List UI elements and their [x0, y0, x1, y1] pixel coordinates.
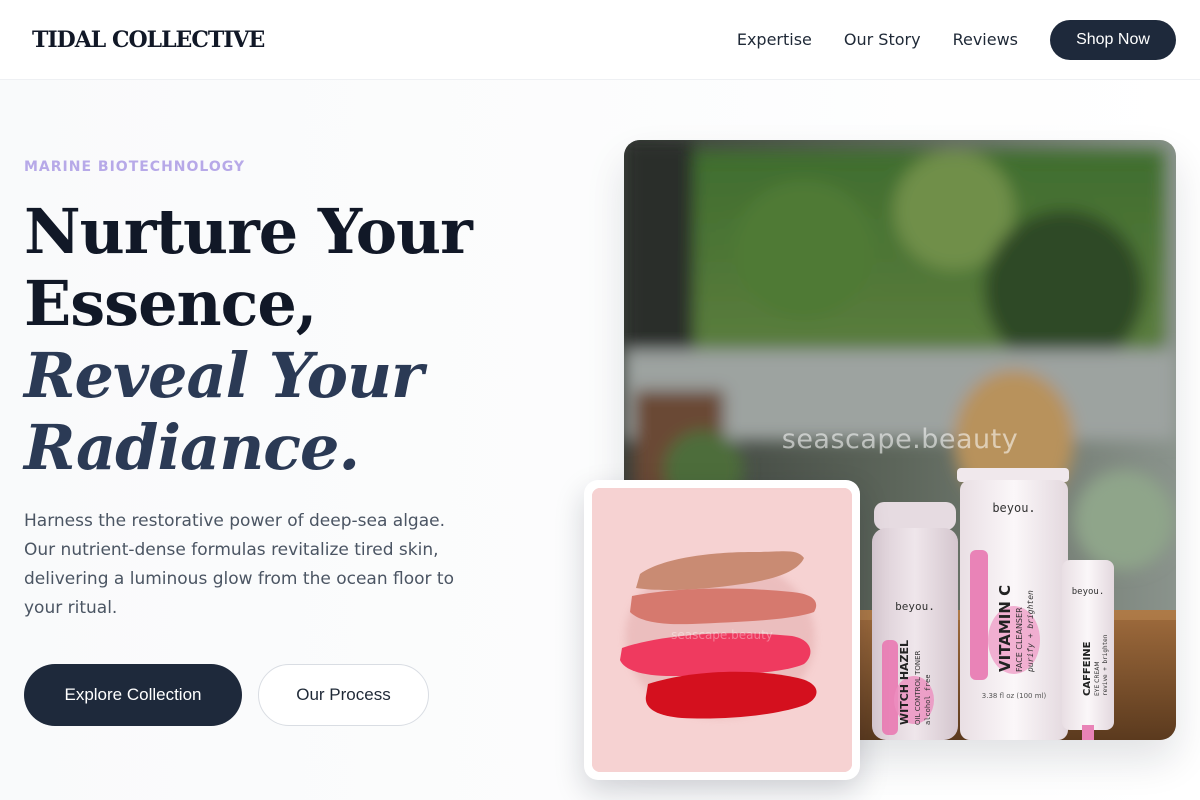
headline-italic-line-1: Reveal Your — [24, 339, 424, 412]
swatch-watermark: seascape.beauty — [671, 628, 773, 642]
headline-line-1: Nurture Your — [24, 195, 473, 268]
svg-text:FACE CLEANSER: FACE CLEANSER — [1015, 607, 1024, 672]
svg-text:CAFFEINE: CAFFEINE — [1082, 641, 1093, 696]
our-process-button[interactable]: Our Process — [258, 664, 429, 726]
hero-description: Harness the restorative power of deep-se… — [24, 511, 454, 618]
nav-link-our-story[interactable]: Our Story — [844, 30, 921, 49]
svg-text:VITAMIN C: VITAMIN C — [996, 585, 1014, 672]
svg-text:revive + brighten: revive + brighten — [1102, 634, 1109, 696]
headline-italic-line-2: Radiance. — [24, 411, 360, 484]
nav-link-reviews[interactable]: Reviews — [953, 30, 1018, 49]
shop-now-button[interactable]: Shop Now — [1050, 19, 1176, 60]
image-watermark: seascape.beauty — [781, 424, 1019, 455]
headline-line-2: Essence, — [24, 267, 317, 340]
lip-swatch-photo: seascape.beauty — [592, 488, 852, 772]
svg-text:3.38 fl oz (100 ml): 3.38 fl oz (100 ml) — [982, 692, 1047, 700]
svg-text:EYE CREAM: EYE CREAM — [1094, 661, 1101, 696]
brand-logo[interactable]: TIDAL COLLECTIVE — [32, 27, 265, 53]
explore-collection-button[interactable]: Explore Collection — [24, 664, 242, 726]
svg-text:beyou.: beyou. — [1072, 587, 1105, 597]
hero-headline: Nurture Your Essence, Reveal Your Radian… — [24, 196, 584, 484]
svg-text:beyou.: beyou. — [992, 501, 1035, 515]
svg-text:WITCH HAZEL: WITCH HAZEL — [898, 640, 911, 725]
hero-eyebrow: MARINE BIOTECHNOLOGY — [24, 159, 246, 175]
svg-text:OIL CONTROL TONER: OIL CONTROL TONER — [914, 650, 922, 725]
svg-text:purify + brighten: purify + brighten — [1026, 590, 1035, 673]
lip-swatch-illustration: seascape.beauty — [592, 488, 852, 772]
svg-text:alcohol free: alcohol free — [924, 674, 932, 725]
main-nav: Expertise Our Story Reviews Shop Now — [737, 19, 1176, 60]
lip-swatch-card: seascape.beauty — [584, 480, 860, 780]
top-navbar: TIDAL COLLECTIVE Expertise Our Story Rev… — [0, 0, 1200, 80]
nav-link-expertise[interactable]: Expertise — [737, 30, 812, 49]
svg-text:beyou.: beyou. — [895, 600, 935, 613]
